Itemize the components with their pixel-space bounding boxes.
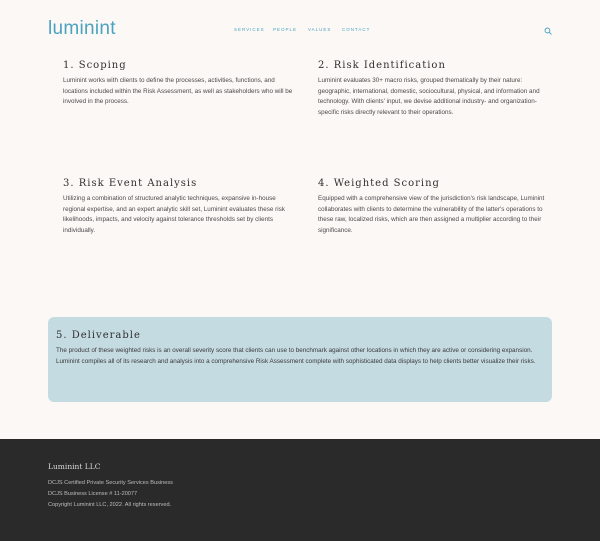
deliverable-body: The product of these weighted risks is a…	[56, 347, 536, 365]
site-header: luminint SERVICES PEOPLE VALUES CONTACT	[0, 0, 600, 52]
section-weighted-scoring: 4. Weighted Scoring Equipped with a comp…	[318, 178, 550, 236]
section-body: Equipped with a comprehensive view of th…	[318, 195, 545, 234]
nav-people[interactable]: PEOPLE	[273, 27, 297, 32]
footer-license: DCJS Business License # 11-20077	[48, 491, 138, 497]
section-title: 2. Risk Identification	[318, 60, 446, 71]
search-icon[interactable]	[544, 27, 552, 35]
footer-copyright: Copyright Luminint LLC, 2022. All rights…	[48, 502, 172, 508]
site-footer: Luminint LLC DCJS Certified Private Secu…	[0, 439, 600, 541]
section-body: Luminint evaluates 30+ macro risks, grou…	[318, 77, 540, 116]
section-title: 4. Weighted Scoring	[318, 178, 440, 189]
footer-certification: DCJS Certified Private Security Services…	[48, 480, 173, 486]
logo[interactable]: luminint	[48, 18, 116, 40]
section-risk-event-analysis: 3. Risk Event Analysis Utilizing a combi…	[63, 178, 293, 236]
nav-services[interactable]: SERVICES	[234, 27, 265, 32]
section-body: Luminint works with clients to define th…	[63, 77, 293, 105]
section-title: 1. Scoping	[63, 60, 127, 71]
deliverable-card: 5. Deliverable The product of these weig…	[48, 317, 552, 402]
footer-company-name: Luminint LLC	[48, 462, 101, 471]
section-scoping: 1. Scoping Luminint works with clients t…	[63, 60, 293, 108]
section-body: Utilizing a combination of structured an…	[63, 195, 285, 234]
deliverable-title: 5. Deliverable	[56, 330, 141, 341]
nav-contact[interactable]: CONTACT	[342, 27, 370, 32]
section-title: 3. Risk Event Analysis	[63, 178, 198, 189]
nav-values[interactable]: VALUES	[308, 27, 331, 32]
section-risk-identification: 2. Risk Identification Luminint evaluate…	[318, 60, 550, 118]
